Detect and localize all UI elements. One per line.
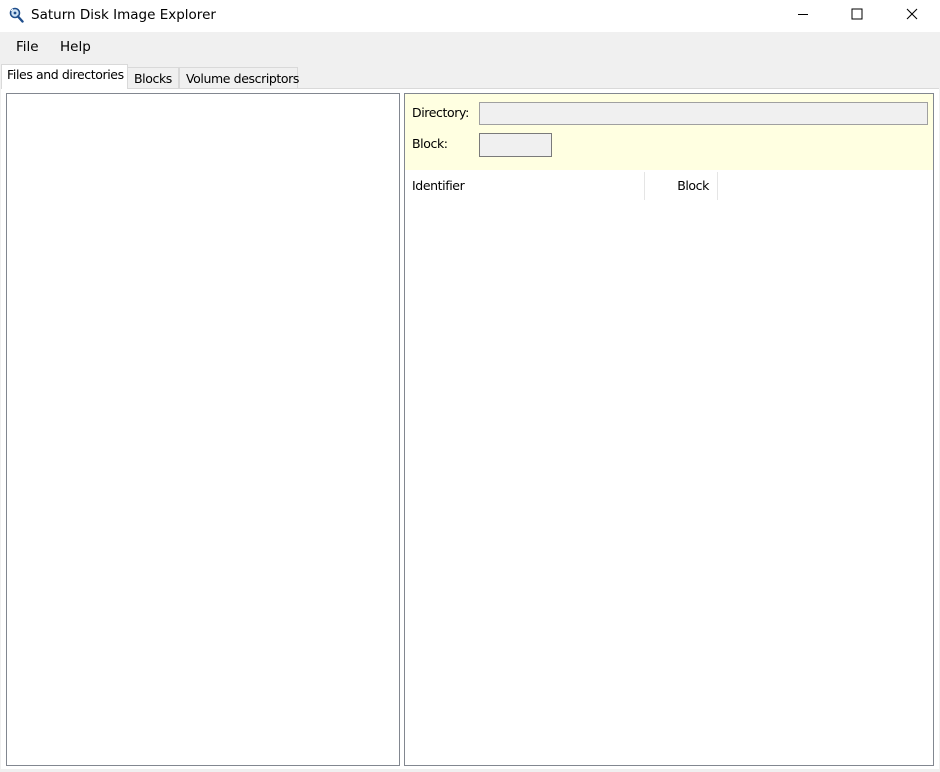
tab-blocks[interactable]: Blocks — [127, 67, 179, 88]
column-header-block[interactable]: Block — [645, 172, 718, 200]
directory-field[interactable] — [479, 102, 928, 125]
tab-files-and-directories[interactable]: Files and directories — [1, 64, 128, 89]
block-label: Block: — [412, 136, 448, 151]
title-bar: Saturn Disk Image Explorer — [0, 0, 940, 32]
tab-content: Directory: Block: Identifier Block — [1, 88, 939, 769]
block-field[interactable] — [479, 133, 552, 157]
close-button[interactable] — [889, 0, 935, 31]
minimize-icon — [797, 8, 809, 23]
tab-volume-descriptors[interactable]: Volume descriptors — [179, 67, 299, 88]
close-icon — [906, 8, 918, 23]
file-list[interactable] — [405, 200, 933, 765]
file-list-header: Identifier Block — [405, 172, 933, 200]
maximize-icon — [851, 8, 863, 23]
menu-bar: File Help — [0, 33, 940, 63]
menu-file[interactable]: File — [16, 39, 39, 55]
column-header-identifier[interactable]: Identifier — [405, 172, 645, 200]
info-panel: Directory: Block: — [405, 94, 933, 170]
menu-help[interactable]: Help — [60, 39, 91, 55]
minimize-button[interactable] — [780, 0, 826, 31]
maximize-button[interactable] — [834, 0, 880, 31]
tab-strip: Files and directories Blocks Volume desc… — [0, 64, 940, 89]
magnifier-disk-icon[interactable] — [8, 7, 24, 23]
directory-tree[interactable] — [6, 93, 400, 766]
window-title: Saturn Disk Image Explorer — [31, 7, 216, 23]
app-window: Saturn Disk Image Explorer File Help Fil… — [0, 0, 940, 772]
details-pane: Directory: Block: Identifier Block — [404, 93, 934, 766]
directory-label: Directory: — [412, 105, 469, 120]
